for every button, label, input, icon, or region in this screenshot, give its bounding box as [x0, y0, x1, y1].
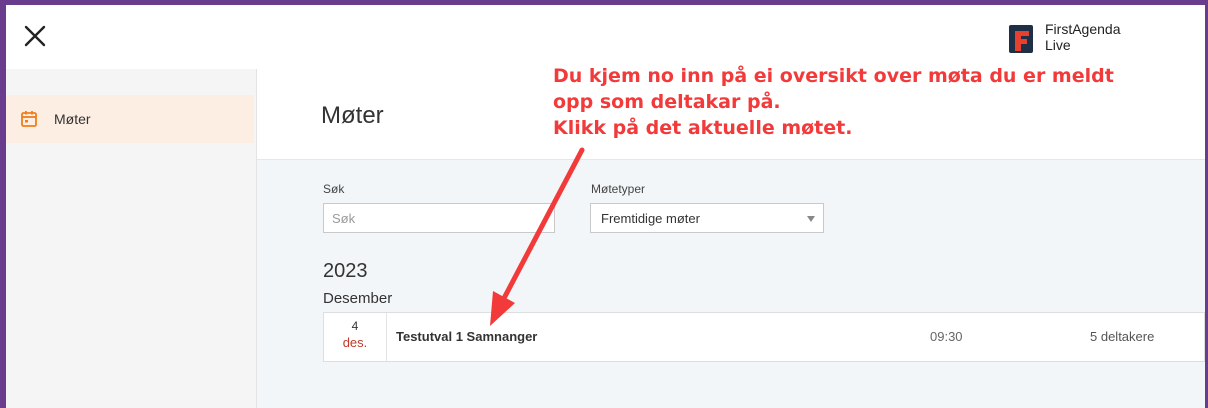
meeting-title: Testutval 1 Samnanger — [396, 329, 538, 344]
annotation-line-3: Klikk på det aktuelle møtet. — [553, 117, 853, 139]
sidebar-item-moter[interactable]: Møter — [6, 95, 254, 143]
meeting-month: des. — [342, 335, 368, 350]
search-label: Søk — [323, 182, 345, 196]
close-button[interactable] — [22, 23, 48, 49]
sidebar-item-label: Møter — [54, 111, 91, 127]
main-content: Søk Møtetyper Fremtidige møter 2023 Dese… — [257, 160, 1205, 408]
meeting-date: 4 des. — [324, 313, 387, 361]
caret-down-icon — [807, 216, 815, 222]
meeting-day: 4 — [351, 319, 359, 333]
logo-line1: FirstAgenda — [1045, 21, 1121, 37]
meeting-type-select[interactable]: Fremtidige møter — [590, 203, 824, 233]
logo-line2: Live — [1045, 37, 1071, 53]
logo-text: FirstAgenda Live — [1045, 21, 1120, 53]
year-heading: 2023 — [323, 260, 368, 282]
search-input[interactable] — [323, 203, 555, 233]
page-title: Møter — [321, 102, 384, 129]
meeting-type-value: Fremtidige møter — [601, 211, 700, 226]
meeting-type-label: Møtetyper — [591, 182, 646, 196]
firstagenda-logo-icon — [1009, 25, 1033, 53]
annotation-line-1: Du kjem no inn på ei oversikt over møta … — [553, 65, 1114, 87]
close-icon — [24, 25, 46, 47]
sidebar: Møter — [6, 69, 257, 408]
meeting-time: 09:30 — [930, 329, 963, 344]
top-bar: FirstAgenda Live — [6, 5, 1205, 69]
tutorial-annotation: Du kjem no inn på ei oversikt over møta … — [553, 63, 1193, 141]
meeting-participants: 5 deltakere — [1090, 329, 1155, 344]
meeting-row[interactable]: 4 des. Testutval 1 Samnanger 09:30 5 del… — [323, 312, 1205, 362]
app-logo: FirstAgenda Live — [1009, 21, 1159, 61]
month-heading: Desember — [323, 290, 393, 307]
annotation-line-2: opp som deltakar på. — [553, 91, 781, 113]
calendar-icon — [21, 111, 37, 127]
